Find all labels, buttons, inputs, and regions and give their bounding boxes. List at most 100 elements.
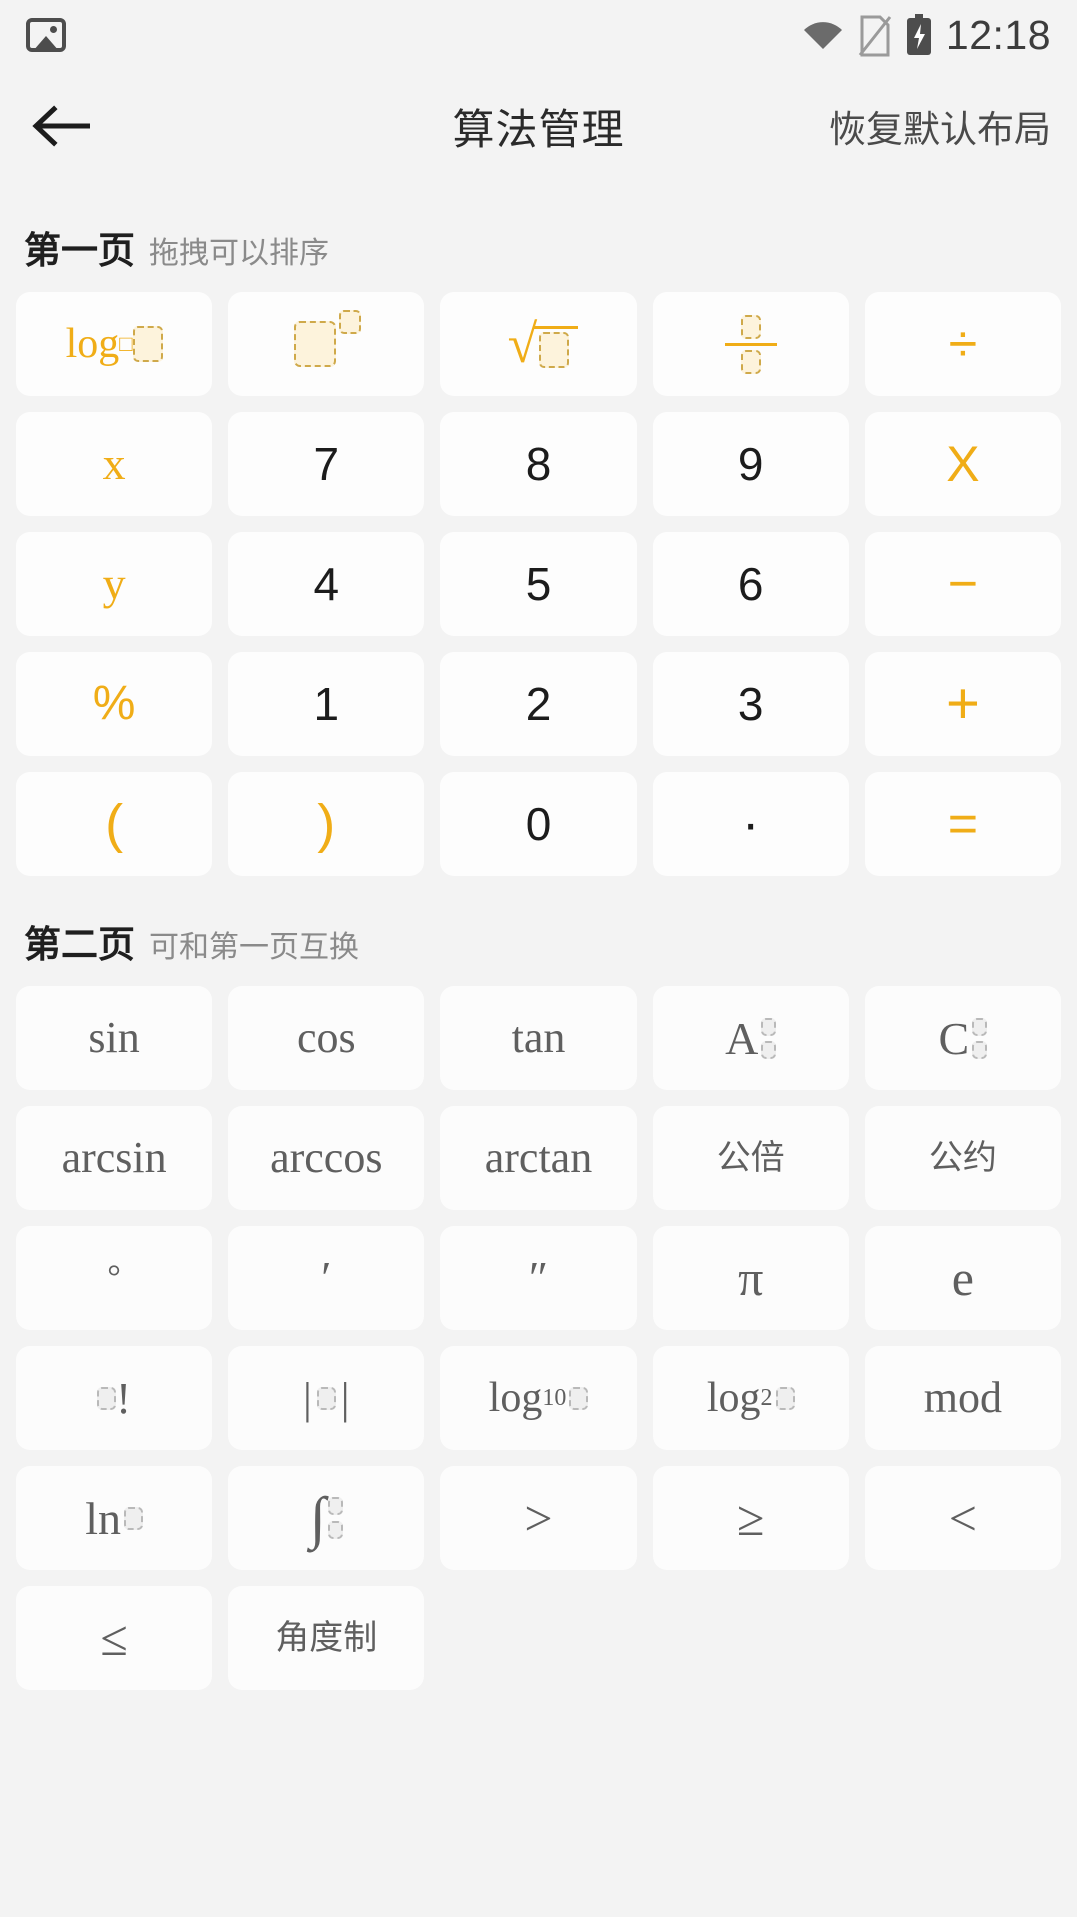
status-bar: 12:18 (0, 0, 1077, 70)
key-label (724, 314, 777, 374)
key-label: − (947, 555, 979, 613)
key-4[interactable]: 4 (228, 532, 425, 636)
key-arccos[interactable]: arccos (228, 1106, 425, 1210)
key-cos[interactable]: cos (228, 986, 425, 1090)
key-5[interactable]: 5 (440, 532, 637, 636)
key-multiply[interactable]: X (864, 412, 1061, 516)
key-9[interactable]: 9 (652, 412, 849, 516)
key-label: log □ (66, 320, 163, 368)
key-label: = (947, 795, 979, 853)
key-arcminute[interactable]: ′ (228, 1226, 425, 1330)
key-combination[interactable]: C (864, 986, 1061, 1090)
key-log10[interactable]: log 10 (440, 1346, 637, 1450)
app-screen: 12:18 算法管理 恢复默认布局 第一页 拖拽可以排序 log □ √ ÷ x… (0, 0, 1077, 1917)
section-subtitle: 拖拽可以排序 (149, 237, 329, 270)
key-3[interactable]: 3 (652, 652, 849, 756)
key-open-paren[interactable]: ( (16, 772, 213, 876)
arrow-left-icon (32, 103, 94, 149)
key-label: 公约 (928, 1139, 997, 1177)
status-bar-right: 12:18 (802, 12, 1051, 59)
restore-default-layout-button[interactable]: 恢复默认布局 (829, 99, 1051, 153)
key-grid-page-one: log □ √ ÷ x 7 8 9 X y 4 5 6 − % 1 2 3 + … (0, 292, 1077, 876)
key-label: log 10 (489, 1374, 589, 1422)
key-permutation[interactable]: A (652, 986, 849, 1090)
key-label: ln (85, 1492, 143, 1545)
battery-charging-icon (906, 14, 932, 56)
key-label: | | (302, 1373, 350, 1423)
key-factorial[interactable]: ! (16, 1346, 213, 1450)
key-arcsin[interactable]: arcsin (16, 1106, 213, 1210)
key-label: 公倍 (716, 1139, 785, 1177)
key-label: π (738, 1250, 764, 1306)
key-label: ≥ (736, 1490, 765, 1546)
key-greater-than[interactable]: > (440, 1466, 637, 1570)
key-label: ( (105, 794, 124, 854)
key-7[interactable]: 7 (228, 412, 425, 516)
key-mod[interactable]: mod (864, 1346, 1061, 1450)
key-arctan[interactable]: arctan (440, 1106, 637, 1210)
key-minus[interactable]: − (864, 532, 1061, 636)
key-power[interactable] (228, 292, 425, 396)
key-square-root[interactable]: √ (440, 292, 637, 396)
key-lcm[interactable]: 公倍 (652, 1106, 849, 1210)
key-label: % (92, 677, 136, 730)
key-equals[interactable]: = (864, 772, 1061, 876)
key-0[interactable]: 0 (440, 772, 637, 876)
key-label: 5 (525, 558, 552, 610)
key-variable-x[interactable]: x (16, 412, 213, 516)
back-button[interactable] (26, 89, 100, 163)
key-1[interactable]: 1 (228, 652, 425, 756)
key-arcsecond[interactable]: ″ (440, 1226, 637, 1330)
key-label: · (742, 795, 760, 853)
key-label: > (524, 1490, 553, 1546)
key-degree[interactable]: ° (16, 1226, 213, 1330)
key-label: arccos (270, 1133, 383, 1182)
key-label: 9 (737, 438, 764, 490)
key-2[interactable]: 2 (440, 652, 637, 756)
key-log-base[interactable]: log □ (16, 292, 213, 396)
key-sin[interactable]: sin (16, 986, 213, 1090)
key-greater-or-equal[interactable]: ≥ (652, 1466, 849, 1570)
key-label: log 2 (707, 1374, 795, 1422)
key-variable-y[interactable]: y (16, 532, 213, 636)
key-tan[interactable]: tan (440, 986, 637, 1090)
key-label: + (945, 671, 980, 736)
key-fraction[interactable] (652, 292, 849, 396)
key-close-paren[interactable]: ) (228, 772, 425, 876)
key-less-than[interactable]: < (864, 1466, 1061, 1570)
key-integral[interactable]: ∫ (228, 1466, 425, 1570)
key-label: X (946, 436, 980, 492)
key-label: tan (511, 1013, 566, 1062)
key-euler-e[interactable]: e (864, 1226, 1061, 1330)
key-label: ′ (321, 1252, 332, 1303)
key-degree-mode[interactable]: 角度制 (228, 1586, 425, 1690)
key-label (294, 310, 362, 367)
key-plus[interactable]: + (864, 652, 1061, 756)
key-label: ) (317, 794, 336, 854)
key-label: e (951, 1250, 974, 1306)
key-label: ″ (528, 1252, 549, 1303)
key-label: ∫ (310, 1488, 343, 1547)
key-decimal-point[interactable]: · (652, 772, 849, 876)
key-percent[interactable]: % (16, 652, 213, 756)
key-absolute-value[interactable]: | | (228, 1346, 425, 1450)
key-6[interactable]: 6 (652, 532, 849, 636)
status-bar-left (26, 18, 66, 52)
key-gcd[interactable]: 公约 (864, 1106, 1061, 1210)
key-divide[interactable]: ÷ (864, 292, 1061, 396)
key-label: 2 (525, 678, 552, 730)
bottom-spacer (0, 1690, 1077, 1750)
key-pi[interactable]: π (652, 1226, 849, 1330)
key-label: ≤ (100, 1610, 128, 1666)
key-label: sin (88, 1013, 140, 1062)
key-label: 4 (313, 558, 340, 610)
key-label: ÷ (948, 315, 978, 373)
section-title: 第二页 (24, 924, 135, 965)
key-less-or-equal[interactable]: ≤ (16, 1586, 213, 1690)
key-log2[interactable]: log 2 (652, 1346, 849, 1450)
wifi-icon (802, 19, 844, 51)
section-header-page-two: 第二页 可和第一页互换 (0, 876, 1077, 986)
key-label: 8 (525, 438, 552, 490)
key-natural-log[interactable]: ln (16, 1466, 213, 1570)
key-8[interactable]: 8 (440, 412, 637, 516)
